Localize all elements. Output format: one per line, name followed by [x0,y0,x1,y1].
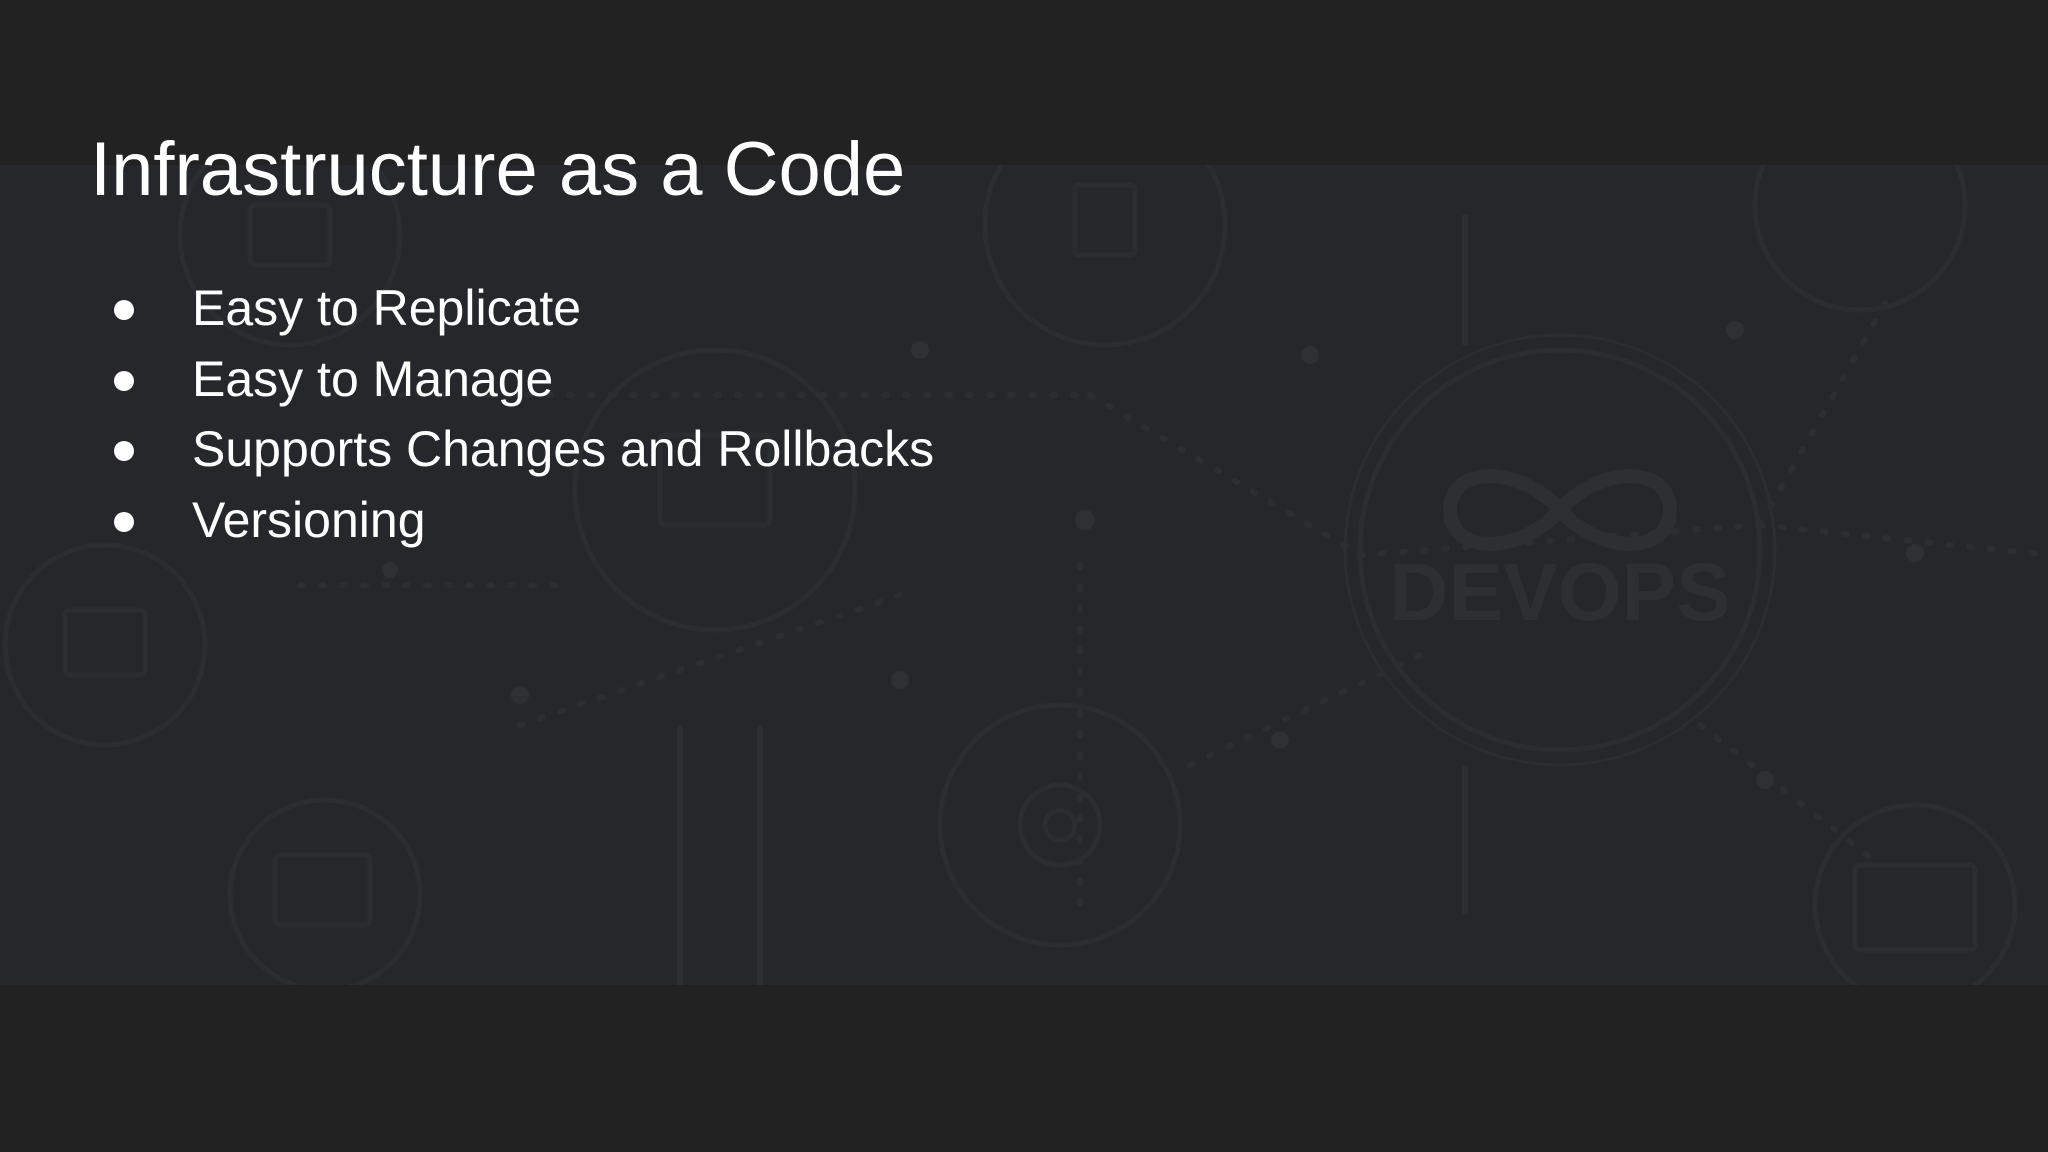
background-watermark-text: DEVOPS [1389,547,1731,638]
bullet-dot-icon [114,300,134,320]
bullet-text: Easy to Manage [192,350,554,407]
bullet-dot-icon [114,370,134,391]
bullet-text: Versioning [192,491,426,548]
bullet-dot-icon [114,511,134,532]
slide-title: Infrastructure as a Code [90,127,906,212]
slide: DEVOPS Infrastructure as a Code Easy to … [0,0,2048,1152]
bullet-dot-icon [114,441,134,461]
bullet-text: Easy to Replicate [192,280,582,336]
bullet-text: Supports Changes and Rollbacks [192,421,935,477]
